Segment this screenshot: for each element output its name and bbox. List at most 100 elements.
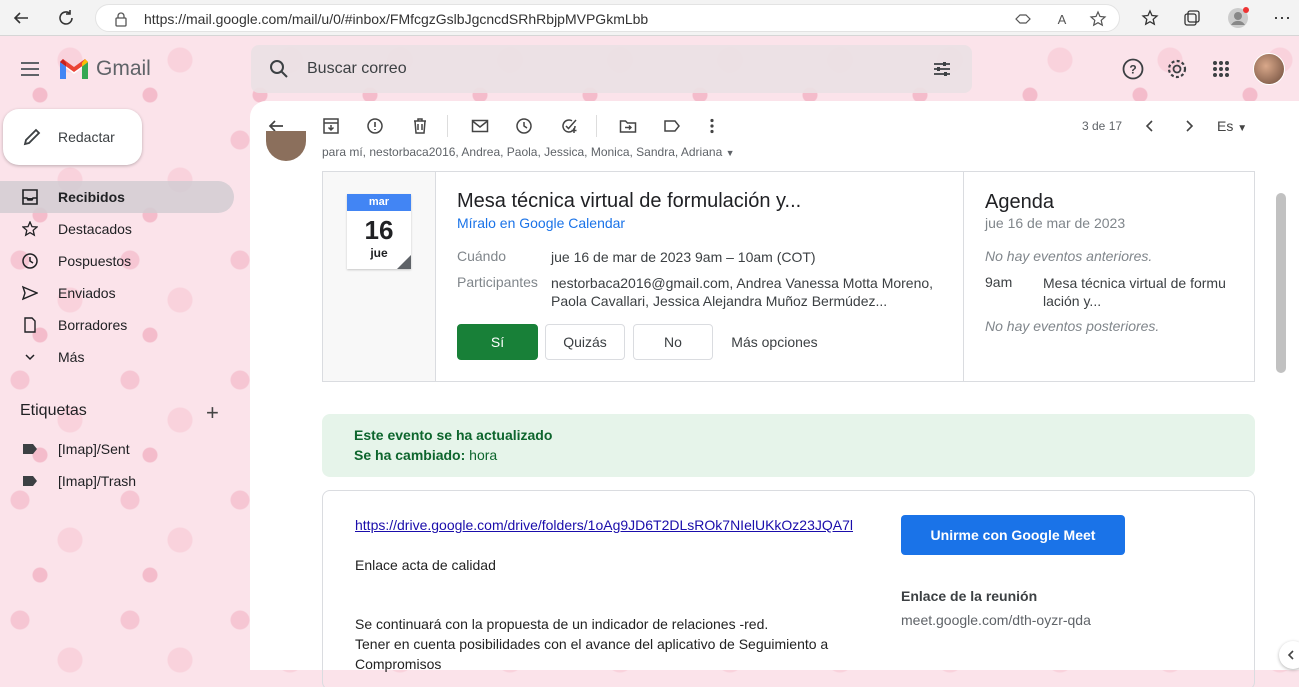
label-icon[interactable]: [662, 116, 682, 136]
agenda-date: jue 16 de mar de 2023: [985, 215, 1126, 231]
agenda-event-line-1: Mesa técnica virtual de formu: [1043, 275, 1226, 291]
app-name: Gmail: [96, 57, 151, 80]
no-next-events: No hay eventos posteriores.: [985, 318, 1160, 334]
agenda-panel: Agenda jue 16 de mar de 2023 No hay even…: [963, 172, 1255, 381]
label-item-sent[interactable]: [Imap]/Sent: [0, 433, 234, 465]
collections-icon[interactable]: [1180, 6, 1204, 30]
help-icon[interactable]: ?: [1121, 57, 1145, 81]
compose-button[interactable]: Redactar: [3, 109, 142, 165]
sidebar-item-starred[interactable]: Destacados: [0, 213, 234, 245]
calendar-date-panel: mar 16 jue: [323, 172, 436, 381]
sender-avatar: [266, 131, 306, 161]
report-spam-icon[interactable]: [365, 116, 385, 136]
draft-icon: [22, 317, 38, 333]
compose-label: Redactar: [58, 129, 115, 145]
side-panel-toggle[interactable]: [1279, 641, 1299, 669]
reader-view-icon[interactable]: [1011, 7, 1035, 31]
move-to-icon[interactable]: [618, 116, 638, 136]
add-label-icon[interactable]: +: [206, 400, 219, 426]
label-item-trash[interactable]: [Imap]/Trash: [0, 465, 234, 497]
calendar-date-icon: mar 16 jue: [347, 194, 411, 269]
drive-folder-link[interactable]: https://drive.google.com/drive/folders/1…: [355, 515, 855, 535]
label-tag-icon: [22, 441, 38, 457]
recipient-details-icon[interactable]: ▼: [726, 148, 735, 158]
agenda-title: Agenda: [985, 191, 1054, 213]
description-paragraph-2-line-2: Compromisos: [355, 656, 442, 672]
archive-icon[interactable]: [321, 116, 341, 136]
back-arrow-icon[interactable]: [9, 6, 33, 30]
label-item-text: [Imap]/Trash: [58, 473, 137, 489]
sidebar-item-sent[interactable]: Enviados: [0, 277, 234, 309]
sidebar-item-label: Destacados: [58, 221, 132, 237]
newer-chevron-icon[interactable]: [1140, 116, 1160, 136]
browser-toolbar: https://mail.google.com/mail/u/0/#inbox/…: [0, 0, 1299, 36]
description-paragraph-2-line-1: Tener en cuenta posibilidades con el ava…: [355, 636, 829, 652]
main-menu-icon[interactable]: [18, 57, 42, 81]
reload-icon[interactable]: [54, 6, 78, 30]
sidebar-item-label: Recibidos: [58, 189, 125, 205]
snooze-icon[interactable]: [514, 116, 534, 136]
view-in-calendar-link[interactable]: Míralo en Google Calendar: [457, 215, 625, 231]
svg-text:?: ?: [1129, 63, 1136, 77]
event-title: Mesa técnica virtual de formulación y...: [457, 190, 802, 212]
inbox-icon: [22, 189, 38, 205]
event-description: https://drive.google.com/drive/folders/1…: [322, 490, 1255, 687]
sidebar-item-inbox[interactable]: Recibidos: [0, 181, 234, 213]
description-paragraph-1: Se continuará con la propuesta de un ind…: [355, 616, 769, 632]
sidebar-item-drafts[interactable]: Borradores: [0, 309, 234, 341]
when-label: Cuándo: [457, 248, 507, 264]
rsvp-yes-button[interactable]: Sí: [457, 324, 538, 360]
agenda-event[interactable]: Mesa técnica virtual de formu lación y..…: [1043, 274, 1226, 310]
more-actions-icon[interactable]: [702, 116, 722, 136]
star-icon: [21, 220, 39, 237]
agenda-event-time: 9am: [985, 274, 1013, 290]
recipients-text: para mí, nestorbaca2016, Andrea, Paola, …: [322, 145, 723, 159]
search-bar[interactable]: Buscar correo: [251, 45, 972, 93]
calendar-day: 16: [364, 215, 394, 245]
when-value: jue 16 de mar de 2023 9am – 10am (COT): [551, 249, 816, 265]
more-options-button[interactable]: Más opciones: [721, 324, 828, 360]
sidebar-item-more[interactable]: Más: [0, 341, 234, 373]
clock-icon: [22, 253, 38, 269]
meeting-link-url[interactable]: meet.google.com/dth-oyzr-qda: [901, 612, 1091, 628]
event-update-notice: Este evento se ha actualizado Se ha camb…: [322, 414, 1255, 477]
settings-gear-icon[interactable]: [1165, 57, 1189, 81]
no-previous-events: No hay eventos anteriores.: [985, 248, 1153, 264]
scrollbar-thumb[interactable]: [1276, 193, 1286, 373]
sidebar-item-label: Más: [58, 349, 85, 365]
url-text: https://mail.google.com/mail/u/0/#inbox/…: [144, 11, 649, 27]
apps-grid-icon[interactable]: [1209, 57, 1233, 81]
add-to-tasks-icon[interactable]: [559, 116, 579, 136]
join-meet-button[interactable]: Unirme con Google Meet: [901, 515, 1125, 555]
changed-label: Se ha cambiado:: [354, 447, 466, 463]
more-menu-icon[interactable]: ⋯: [1270, 6, 1294, 30]
update-detail: Se ha cambiado: hora: [354, 447, 497, 463]
calendar-invite-card: mar 16 jue Mesa técnica virtual de formu…: [322, 171, 1255, 382]
sidebar-item-label: Pospuestos: [58, 253, 132, 269]
pencil-icon: [20, 125, 44, 149]
sidebar-item-snoozed[interactable]: Pospuestos: [0, 245, 234, 277]
search-input[interactable]: Buscar correo: [307, 60, 407, 78]
search-icon[interactable]: [267, 57, 291, 81]
address-bar[interactable]: https://mail.google.com/mail/u/0/#inbox/…: [95, 4, 1120, 32]
toolbar-divider: [447, 115, 448, 137]
label-tag-icon: [22, 473, 38, 489]
read-aloud-icon[interactable]: A: [1050, 7, 1074, 31]
delete-icon[interactable]: [410, 116, 430, 136]
participants-label: Participantes: [457, 274, 538, 290]
calendar-fold: [397, 255, 411, 269]
search-options-icon[interactable]: [930, 57, 954, 81]
account-avatar[interactable]: [1253, 53, 1285, 85]
rsvp-no-button[interactable]: No: [633, 324, 713, 360]
mark-unread-icon[interactable]: [470, 116, 490, 136]
profile-icon[interactable]: [1226, 6, 1250, 30]
input-tools-button[interactable]: Es ▼: [1217, 118, 1247, 134]
favorite-add-icon[interactable]: [1086, 7, 1110, 31]
gmail-logo[interactable]: Gmail: [58, 57, 151, 81]
calendar-month: mar: [347, 194, 411, 211]
favorites-icon[interactable]: [1138, 6, 1162, 30]
rsvp-maybe-button[interactable]: Quizás: [545, 324, 625, 360]
recipients-line[interactable]: para mí, nestorbaca2016, Andrea, Paola, …: [322, 145, 735, 159]
label-item-text: [Imap]/Sent: [58, 441, 130, 457]
older-chevron-icon[interactable]: [1179, 116, 1199, 136]
